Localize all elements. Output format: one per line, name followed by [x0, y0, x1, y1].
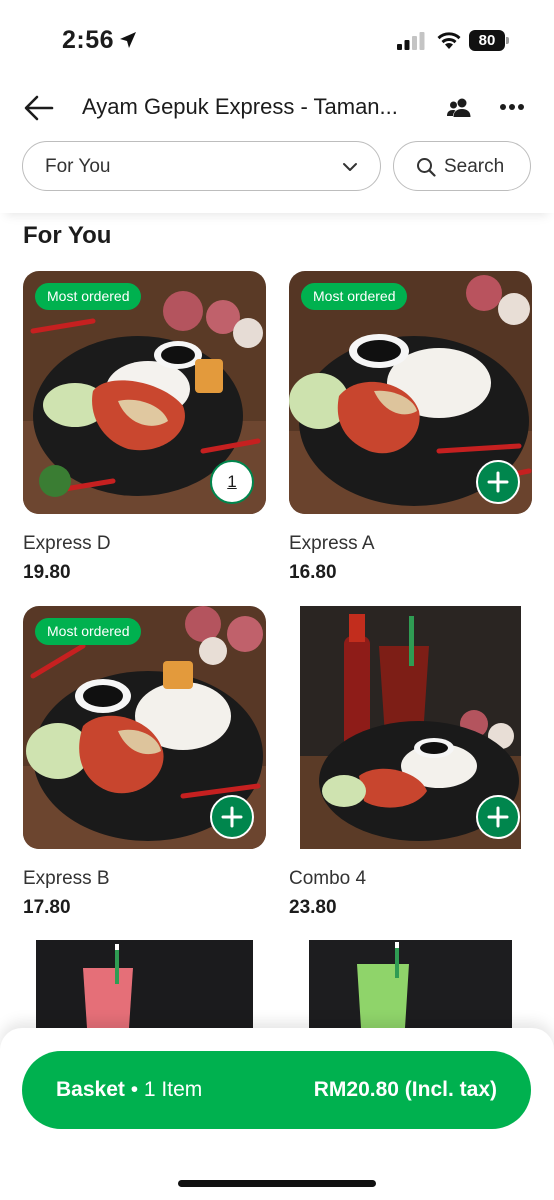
store-header: Ayam Gepuk Express - Taman... [0, 80, 554, 136]
search-button[interactable]: Search [393, 141, 531, 191]
item-name: Express D [23, 533, 111, 554]
item-price: 23.80 [289, 897, 337, 918]
most-ordered-badge: Most ordered [35, 618, 142, 645]
cellular-signal-icon [397, 32, 425, 50]
item-name: Combo 4 [289, 868, 367, 889]
plus-icon [487, 471, 509, 493]
section-title: For You [23, 222, 112, 249]
location-arrow-icon [120, 32, 136, 48]
most-ordered-badge: Most ordered [35, 283, 142, 310]
status-time: 2:56 [62, 26, 115, 54]
food-photo[interactable]: Most ordered [289, 271, 532, 514]
plus-icon [221, 806, 243, 828]
drink-photo[interactable] [289, 940, 532, 1028]
drink-photo[interactable] [23, 940, 266, 1028]
basket-item-count: 1 Item [143, 1078, 203, 1101]
group-order-icon[interactable] [446, 96, 472, 120]
add-to-basket-button[interactable] [476, 795, 520, 839]
basket-total: RM20.80 (Incl. tax) [313, 1078, 497, 1101]
wifi-icon [437, 32, 461, 49]
category-dropdown[interactable]: For You [22, 141, 381, 191]
item-name: Express B [23, 868, 110, 889]
basket-separator: • [124, 1078, 144, 1101]
back-arrow-icon[interactable] [24, 94, 54, 122]
view-basket-button[interactable]: Basket • 1 Item RM20.80 (Incl. tax) [22, 1051, 531, 1129]
food-photo[interactable] [289, 606, 532, 849]
home-indicator[interactable] [178, 1180, 376, 1187]
add-to-basket-button[interactable] [476, 460, 520, 504]
add-to-basket-button[interactable] [210, 795, 254, 839]
battery-icon: 80 [469, 30, 509, 51]
store-title: Ayam Gepuk Express - Taman... [82, 94, 398, 119]
most-ordered-badge: Most ordered [301, 283, 408, 310]
food-photo[interactable]: Most ordered 1 [23, 271, 266, 514]
item-price: 17.80 [23, 897, 71, 918]
basket-summary: Basket • 1 Item [56, 1078, 202, 1102]
battery-level: 80 [469, 30, 505, 51]
item-price: 16.80 [289, 562, 337, 583]
item-price: 19.80 [23, 562, 71, 583]
status-bar: 2:56 80 [0, 0, 554, 80]
plus-icon [487, 806, 509, 828]
basket-panel: Basket • 1 Item RM20.80 (Incl. tax) [0, 1028, 554, 1200]
category-dropdown-label: For You [45, 156, 111, 177]
quantity-in-basket-button[interactable]: 1 [210, 460, 254, 504]
search-icon [417, 158, 436, 177]
filter-bar: For You Search [0, 141, 554, 213]
search-label: Search [444, 156, 505, 177]
more-options-icon[interactable] [499, 102, 525, 112]
basket-label: Basket [56, 1078, 125, 1101]
item-name: Express A [289, 533, 375, 554]
chevron-down-icon [343, 163, 357, 171]
food-photo[interactable]: Most ordered [23, 606, 266, 849]
